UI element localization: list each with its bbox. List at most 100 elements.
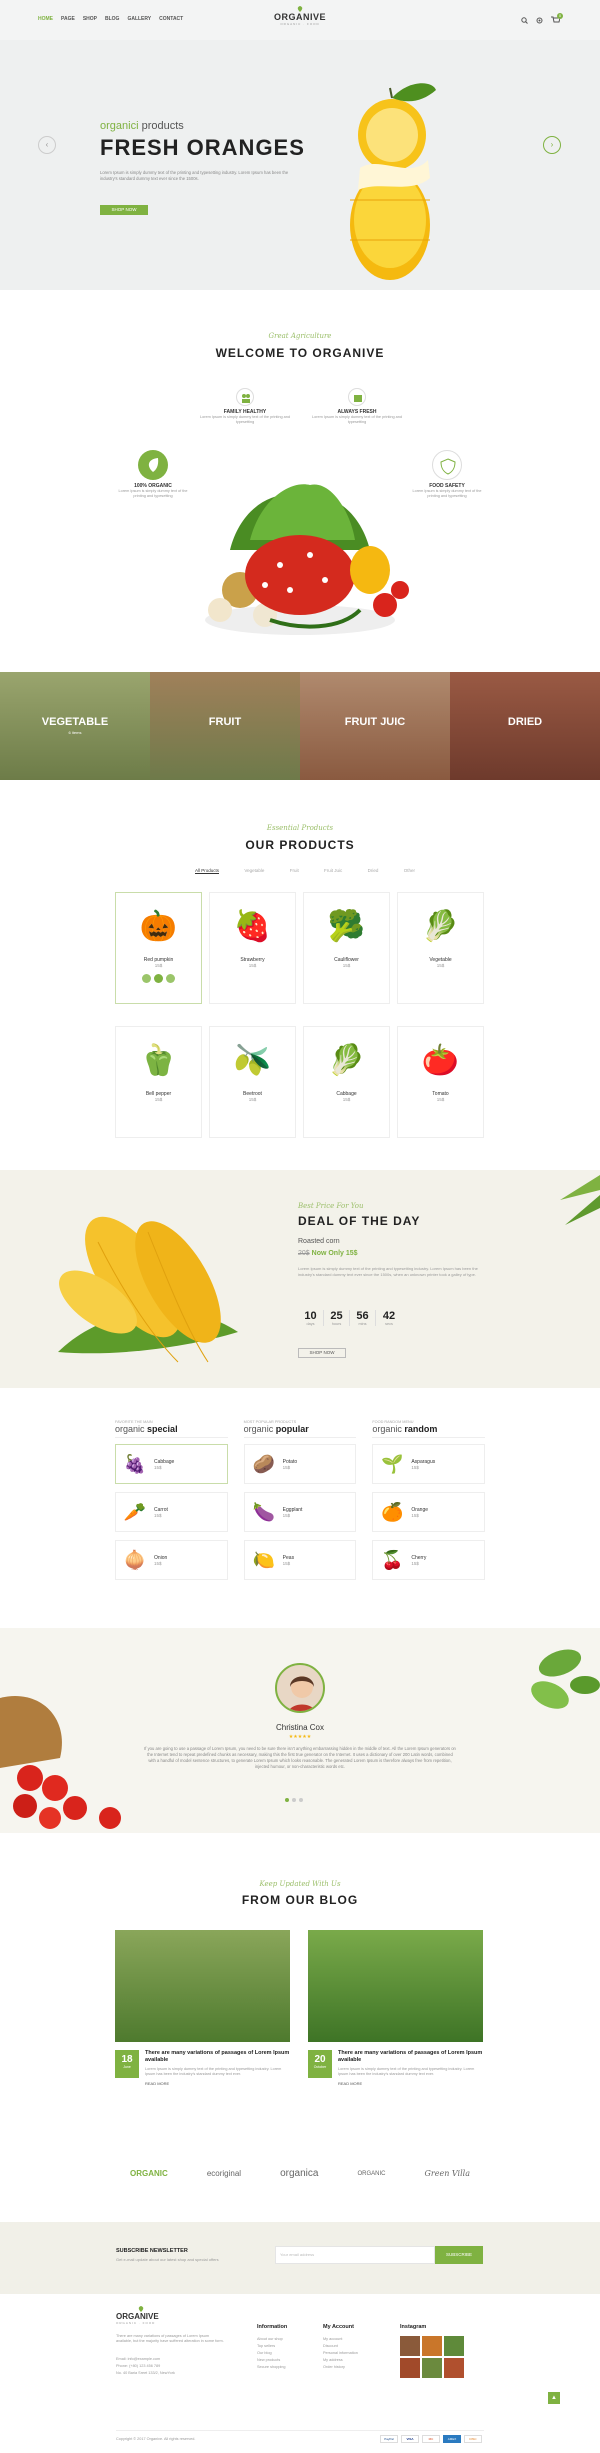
blog-post-excerpt: Lorem Ipsum is simply dummy text of the … (338, 2067, 475, 2076)
list-organic-random: FOOD RANDOM MENU organic random 🌱 Aspara… (372, 1420, 486, 1580)
list-item[interactable]: 🥕 Carrot 15$ (115, 1492, 228, 1532)
footer-link[interactable]: My address (323, 2357, 358, 2364)
blog-post-title[interactable]: There are many variations of passages of… (338, 2050, 483, 2064)
basket-icon (348, 388, 366, 406)
product-card[interactable]: 🍅 Tomato 15$ (397, 1026, 484, 1138)
instagram-photo[interactable] (444, 2358, 464, 2378)
footer-link[interactable]: Our blog (257, 2350, 287, 2357)
footer-logo[interactable]: ORGANIVE ORGANIC · FOOD (116, 2306, 159, 2325)
brand-logo[interactable]: organica (280, 2168, 318, 2179)
instagram-photo[interactable] (444, 2336, 464, 2356)
footer-link[interactable]: Order history (323, 2364, 358, 2371)
instagram-photo[interactable] (400, 2358, 420, 2378)
product-card[interactable]: 🍓 Strawberry 15$ (209, 892, 296, 1004)
category-dried[interactable]: DRIED (450, 672, 600, 780)
footer-link[interactable]: Secure shopping (257, 2364, 287, 2371)
read-more-link[interactable]: READ MORE (338, 2081, 483, 2086)
nav-blog[interactable]: BLOG (105, 16, 119, 22)
search-icon[interactable] (521, 17, 528, 24)
blog-post-title[interactable]: There are many variations of passages of… (145, 2050, 290, 2064)
product-price: 15$ (436, 1097, 445, 1102)
product-card[interactable]: 🥬 Cabbage 15$ (303, 1026, 390, 1138)
product-card[interactable]: 🥬 Vegetable 15$ (397, 892, 484, 1004)
tab-all-products[interactable]: All Products (195, 868, 220, 874)
list-item[interactable]: 🌱 Asparagus 15$ (372, 1444, 486, 1484)
product-price: 15$ (248, 1097, 257, 1102)
slider-dot[interactable] (292, 1798, 296, 1802)
brand-logo[interactable]: Green Villa (425, 2169, 470, 2178)
tab-vegetable[interactable]: Vegetable (244, 868, 264, 874)
tab-other[interactable]: Other (404, 868, 415, 874)
footer-link[interactable]: New products (257, 2357, 287, 2364)
footer-link[interactable]: About our shop (257, 2336, 287, 2343)
nav-home[interactable]: HOME (38, 16, 53, 22)
list-item[interactable]: 🍊 Orange 15$ (372, 1492, 486, 1532)
tab-fruit[interactable]: Fruit (290, 868, 299, 874)
product-card[interactable]: 🎃 Red pumpkin 15$ (115, 892, 202, 1004)
category-vegetable[interactable]: VEGETABLE 6 items (0, 672, 150, 780)
product-card[interactable]: 🫑 Bell pepper 15$ (115, 1026, 202, 1138)
deal-shop-button[interactable]: SHOP NOW (298, 1348, 346, 1358)
mastercard-icon: MC (422, 2435, 440, 2443)
hero-shop-button[interactable]: SHOP NOW (100, 205, 148, 215)
hero-prev-arrow[interactable]: ‹ (38, 136, 56, 154)
deal-description: Lorem Ipsum is simply dummy text of the … (298, 1266, 478, 1277)
nav-shop[interactable]: SHOP (83, 16, 97, 22)
product-price: 15$ (342, 963, 351, 968)
wishlist-icon[interactable] (142, 974, 151, 983)
footer-link[interactable]: Personal information (323, 2350, 358, 2357)
category-fruit[interactable]: FRUIT (150, 672, 300, 780)
subscribe-button[interactable]: SUBSCRIBE (435, 2246, 483, 2264)
instagram-photo[interactable] (422, 2336, 442, 2356)
product-image: 🫑 (139, 1044, 178, 1077)
list-item[interactable]: 🥔 Potato 15$ (243, 1444, 357, 1484)
slider-dot[interactable] (285, 1798, 289, 1802)
footer-about: There are many variations of passages of… (116, 2334, 224, 2343)
read-more-link[interactable]: READ MORE (145, 2081, 290, 2086)
blog-post[interactable]: 18 June There are many variations of pas… (115, 1930, 290, 2086)
nav-contact[interactable]: CONTACT (159, 16, 183, 22)
blog-post[interactable]: 20 October There are many variations of … (308, 1930, 483, 2086)
list-item[interactable]: 🍆 Eggplant 15$ (243, 1492, 357, 1532)
hero-slider: ‹ › organici products FRESH ORANGES Lore… (0, 40, 600, 290)
category-fruit-juice[interactable]: FRUIT JUIC (300, 672, 450, 780)
slider-dot[interactable] (299, 1798, 303, 1802)
product-card[interactable]: 🫒 Beetroot 15$ (209, 1026, 296, 1138)
list-item[interactable]: 🍋 Peas 15$ (243, 1540, 357, 1580)
footer: ORGANIVE ORGANIC · FOOD There are many v… (0, 2294, 600, 2453)
settings-icon[interactable] (536, 17, 543, 24)
hero-next-arrow[interactable]: › (543, 136, 561, 154)
tomato-basket-image (0, 1688, 130, 1833)
logo[interactable]: ORGANIVE ORGANIC · FOOD (270, 6, 330, 26)
testimonial-quote: If you are going to use a passage of Lor… (144, 1746, 456, 1769)
brand-logo[interactable]: ORGANIC (130, 2169, 168, 2178)
category-banners: VEGETABLE 6 items FRUIT FRUIT JUIC DRIED (0, 672, 600, 780)
product-card[interactable]: 🥦 Cauliflower 15$ (303, 892, 390, 1004)
product-price: 15$ (342, 1097, 351, 1102)
instagram-photo[interactable] (422, 2358, 442, 2378)
newsletter-email-input[interactable]: Your email address (275, 2246, 435, 2264)
discover-icon: DISC (464, 2435, 482, 2443)
add-to-cart-icon[interactable] (154, 974, 163, 983)
list-item[interactable]: 🍒 Cherry 15$ (372, 1540, 486, 1580)
quick-view-icon[interactable] (166, 974, 175, 983)
welcome-title: WELCOME TO ORGANIVE (215, 346, 385, 360)
list-item[interactable]: 🍇 Cabbage 15$ (115, 1444, 228, 1484)
footer-link[interactable]: Top sellers (257, 2343, 287, 2350)
back-to-top-button[interactable]: ▲ (548, 2392, 560, 2404)
product-image: 🎃 (139, 910, 178, 943)
countdown-secs: 42 secs (382, 1310, 396, 1326)
footer-link[interactable]: My account (323, 2336, 358, 2343)
nav-gallery[interactable]: GALLERY (127, 16, 151, 22)
product-image: 🫒 (233, 1044, 272, 1077)
brand-logo[interactable]: ORGANIC (357, 2171, 385, 2177)
tab-fruit-juic[interactable]: Fruit Juic (324, 868, 342, 874)
deal-price: 20$ Now Only 15$ (298, 1250, 358, 1257)
footer-link[interactable]: Discount (323, 2343, 358, 2350)
brand-logo[interactable]: ecoriginal (207, 2169, 241, 2178)
list-item[interactable]: 🧅 Onion 15$ (115, 1540, 228, 1580)
brand-logos: ORGANIC ecoriginal organica ORGANIC Gree… (130, 2168, 470, 2179)
tab-dried[interactable]: Dried (368, 868, 379, 874)
nav-page[interactable]: PAGE (61, 16, 75, 22)
instagram-photo[interactable] (400, 2336, 420, 2356)
